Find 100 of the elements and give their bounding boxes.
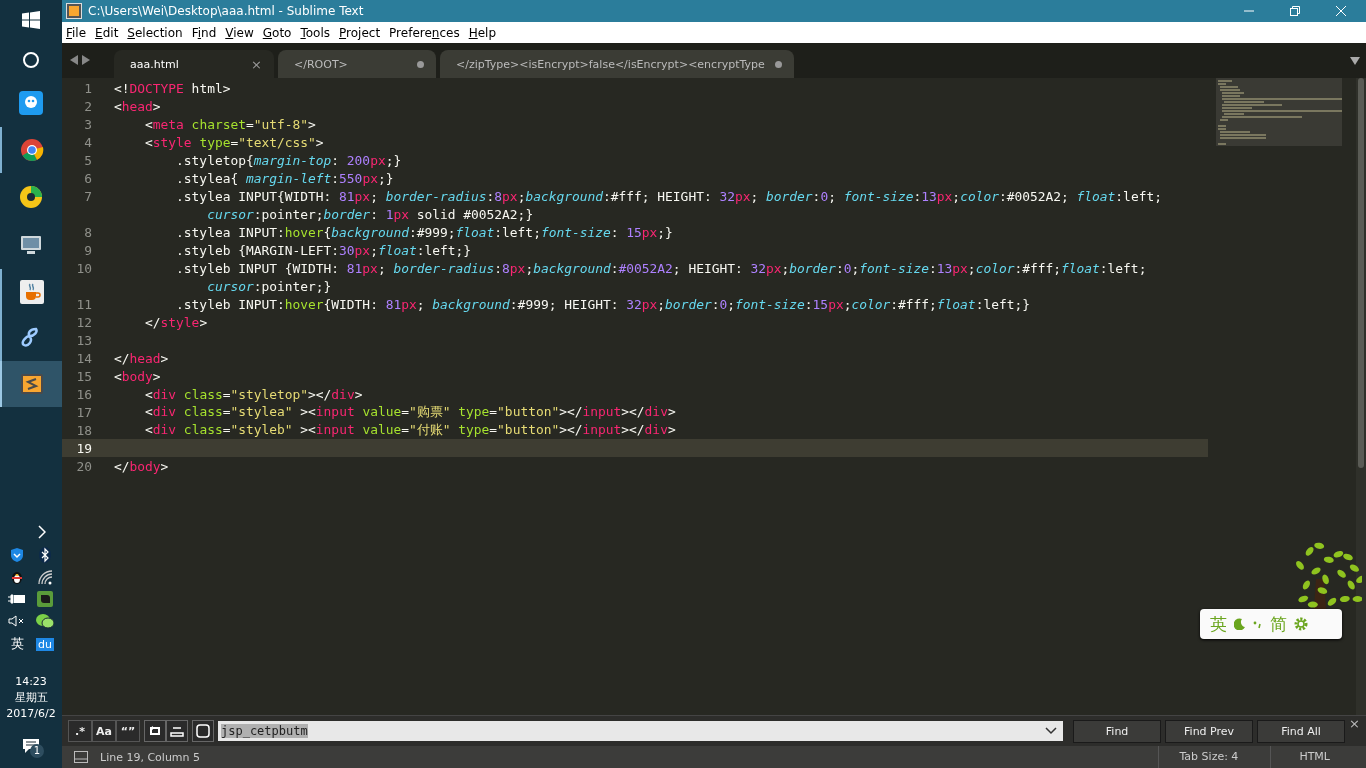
line-number: 6 [84,170,92,186]
moon-icon[interactable] [1234,618,1246,630]
find-button[interactable]: Find All [1257,719,1346,743]
find-close-button[interactable]: × [1349,716,1360,731]
windows-start-icon[interactable] [22,11,40,29]
tab-size-selector[interactable]: Tab Size: 4 [1158,746,1259,768]
line-number: 17 [76,404,92,420]
line-number: 14 [76,350,92,366]
code-line: .stylea INPUT{WIDTH: 81px; border-radius:8px;background:#fff; HEIGHT: 32px; border:0; font-size:13px;color:#0052A2; float:left; [175,188,1162,204]
menu-item[interactable]: File [66,25,87,40]
menu-item[interactable]: Project [339,25,381,40]
code-line: </head> [114,350,169,366]
line-number: 8 [84,224,92,240]
menu-item[interactable]: View [225,25,254,40]
tab-close-button[interactable]: × [251,56,262,72]
editor-app-icon[interactable] [20,372,44,396]
line-number: 4 [84,134,92,150]
search-circle-icon[interactable] [22,51,40,69]
penguin-icon[interactable] [9,569,25,585]
speaker-muted-icon[interactable] [8,614,26,628]
editor-tab[interactable]: </ROOT> [278,50,436,78]
code-line: </style> [144,314,208,330]
wrap-toggle-icon[interactable] [144,720,166,742]
find-option-toggle[interactable]: “” [116,720,140,742]
clock-date[interactable]: 2017/6/2 [6,707,56,720]
clock-time[interactable]: 14:23 [15,675,47,688]
close-icon[interactable] [1336,6,1346,16]
menu-item[interactable]: Find [191,25,217,40]
battery-plug-icon[interactable] [8,592,26,606]
menu-item[interactable]: Goto [262,25,292,40]
find-button[interactable]: Find Prev [1165,719,1254,743]
code-line: .stylea INPUT:hover{background:#999;float:left;font-size: 15px;} [175,224,673,240]
editor-tab[interactable]: </zipType><isEncrypt>false</isEncrypt><encryptType [440,50,794,78]
line-number: 3 [84,116,92,132]
tab-left-arrow-icon[interactable] [70,55,78,65]
code-line: <body> [114,368,161,384]
dropdown-caret-icon[interactable] [1045,727,1058,735]
line-number: 19 [76,440,92,456]
cursor-position: Line 19, Column 5 [100,750,201,764]
code-line: <head> [114,98,161,114]
line-number: 15 [76,368,92,384]
speech-bubbles-icon[interactable] [36,613,54,629]
line-number: 1 [84,80,92,96]
menu-item[interactable]: Selection [127,25,183,40]
chat-app-icon[interactable] [19,91,43,115]
maximize-icon[interactable] [1290,6,1300,16]
shield-icon[interactable] [9,547,25,563]
input-method-indicator[interactable]: 英 [10,635,24,653]
line-number: 2 [84,98,92,114]
clock-weekday[interactable]: 星期五 [14,690,48,705]
code-line: <div class="styletop"></div> [144,386,363,402]
menu-item[interactable]: Tools [300,25,331,40]
line-number: 9 [84,242,92,258]
bluetooth-icon[interactable] [37,547,53,563]
menu-item[interactable]: Preferences [389,25,460,40]
code-line: .stylea{ margin-left:550px;} [175,170,394,186]
syntax-selector[interactable]: HTML [1270,746,1366,768]
line-number: 18 [76,422,92,438]
line-number: 7 [84,188,92,204]
gear-icon[interactable] [1294,617,1308,631]
code-line: </body> [114,458,169,474]
line-number: 10 [76,260,92,276]
code-line: cursor:pointer;border: 1px solid #0052A2;} [206,206,534,222]
notification-count: 1 [30,744,44,758]
code-line: cursor:pointer;} [206,278,332,294]
coffee-cup-icon[interactable] [20,280,44,304]
minimap-drawing[interactable] [1216,78,1342,146]
line-number: 12 [76,314,92,330]
tab-list-dropdown-icon[interactable] [1350,57,1360,65]
panel-toggle-icon[interactable] [74,751,88,763]
browser-icon[interactable] [20,138,44,162]
find-button[interactable]: Find [1073,719,1162,743]
in-selection-toggle-icon[interactable] [166,720,188,742]
editor-tab[interactable]: aaa.html × [114,50,274,78]
find-input-field[interactable]: jsp_cetpbutm [218,721,1064,741]
code-line: <!DOCTYPE html> [114,80,231,96]
input-app-badge[interactable]: du [36,637,54,651]
code-line: .styleb INPUT:hover{WIDTH: 81px; background:#999; HEIGHT: 32px;border:0;font-size:15px;color:#fff;float:left;} [175,296,1030,312]
line-number: 20 [76,458,92,474]
chevron-icon[interactable] [38,525,46,539]
code-line: <style type="text/css"> [144,134,324,150]
tab-right-arrow-icon[interactable] [82,55,90,65]
line-number: 16 [76,386,92,402]
line-number: 5 [84,152,92,168]
code-line: .styleb INPUT {WIDTH: 81px; border-radius:8px;background:#0052A2; HEIGHT: 32px;border:0;font-size:13px;color:#fff;float:left; [175,260,1147,276]
find-option-toggle[interactable]: Aa [92,720,116,742]
line-number: 13 [76,332,92,348]
code-line: <div class="styleb" ><input value="付账" type="button"></input></div> [144,421,676,439]
wifi-icon[interactable] [37,569,53,585]
menu-item[interactable]: Edit [95,25,119,40]
code-line: <div class="stylea" ><input value="购票" type="button"></input></div> [144,403,676,421]
monitor-icon[interactable] [19,233,43,257]
line-number: 11 [76,296,92,312]
find-option-toggle[interactable]: .* [68,720,92,742]
highlight-toggle-icon[interactable] [192,720,214,742]
code-line: .styleb {MARGIN-LEFT:30px;float:left;} [175,242,472,258]
code-line: <meta charset="utf-8"> [144,116,316,132]
app-logo-icon [66,3,82,19]
menu-item[interactable]: Help [468,25,497,40]
music-disc-icon[interactable] [19,185,43,209]
